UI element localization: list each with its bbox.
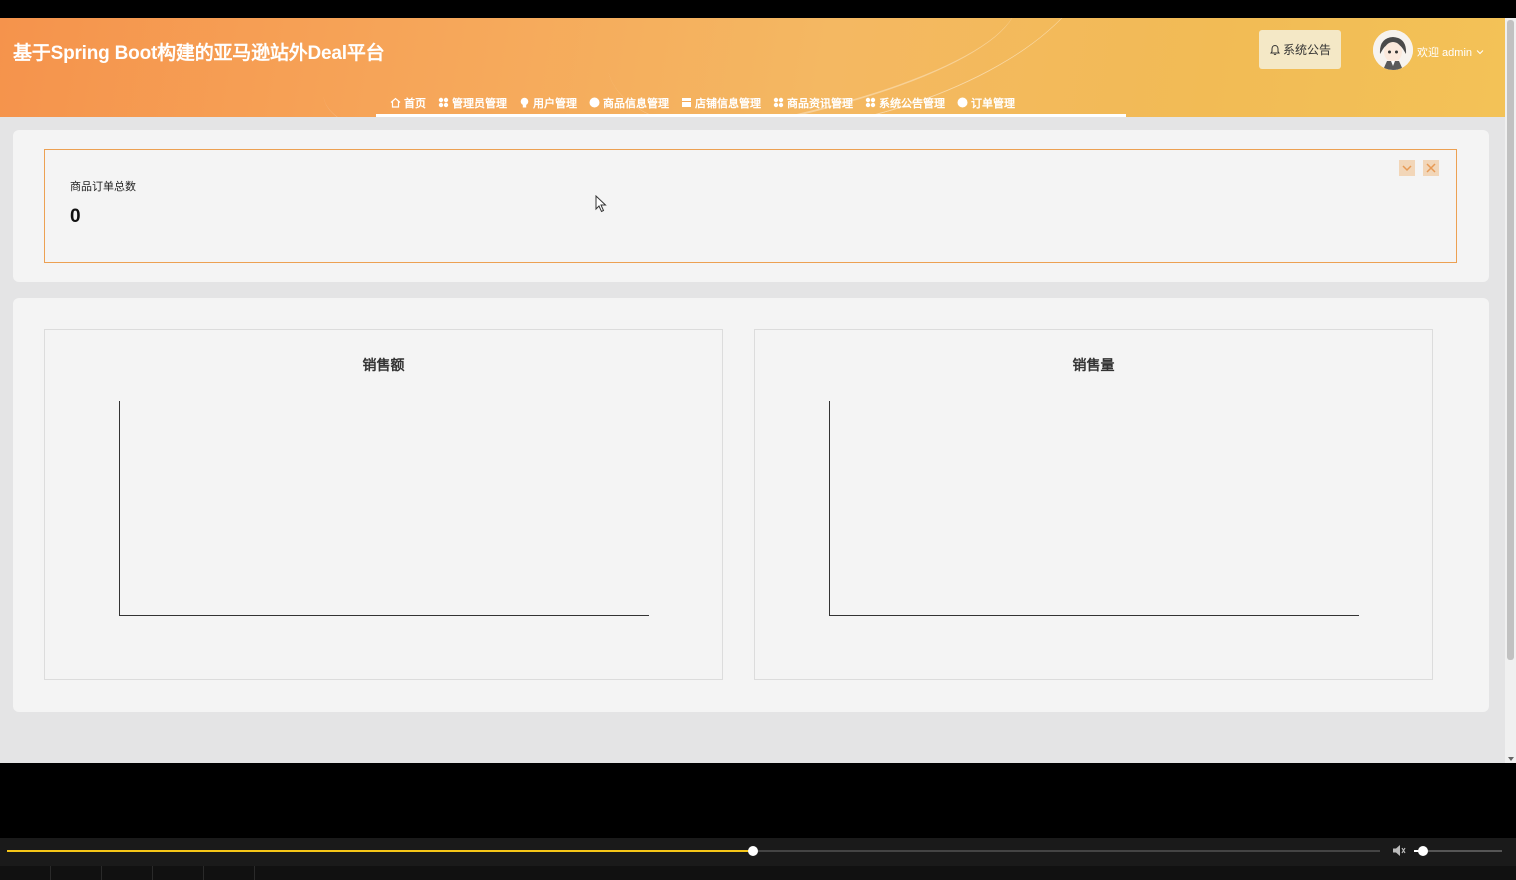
nav-item-label: 用户管理 <box>533 97 577 110</box>
system-notice-label: 系统公告 <box>1282 43 1331 57</box>
avatar[interactable] <box>1373 30 1413 70</box>
nav-item-label: 订单管理 <box>971 97 1015 110</box>
player-toolbar <box>0 866 1516 880</box>
square-icon <box>682 98 691 107</box>
progress-knob[interactable] <box>747 846 758 856</box>
sales-volume-axes <box>829 401 1359 616</box>
video-player-controls <box>0 838 1516 880</box>
close-button[interactable] <box>1423 160 1439 176</box>
order-count-value: 0 <box>70 206 81 227</box>
nav-item-label: 系统公告管理 <box>879 97 945 110</box>
avatar-image <box>1373 30 1413 70</box>
nav-item-label: 商品信息管理 <box>603 97 669 110</box>
browser-viewport: 基于Spring Boot构建的亚马逊站外Deal平台 系统公告 欢迎 admi… <box>0 18 1516 763</box>
nav-item-notice-management[interactable]: 系统公告管理 <box>865 95 945 111</box>
nav-item-admin-management[interactable]: 管理员管理 <box>438 95 507 111</box>
progress-bar[interactable] <box>7 846 1380 856</box>
nav-item-label: 店铺信息管理 <box>695 97 761 110</box>
top-header: 基于Spring Boot构建的亚马逊站外Deal平台 系统公告 欢迎 admi… <box>0 18 1505 117</box>
volume-icon[interactable] <box>1392 844 1407 857</box>
toolbar-segment <box>204 866 255 880</box>
site-title: 基于Spring Boot构建的亚马逊站外Deal平台 <box>13 43 385 64</box>
scroll-down-arrow-icon[interactable] <box>1508 757 1514 761</box>
toolbar-segment <box>51 866 102 880</box>
grid-icon <box>773 97 784 108</box>
toolbar-segment <box>153 866 204 880</box>
nav-active-underline <box>376 114 1126 117</box>
nav-item-label: 首页 <box>404 97 426 110</box>
nav-item-label: 商品资讯管理 <box>787 97 853 110</box>
charts-panel: 销售额 销售量 <box>13 298 1489 712</box>
progress-fill <box>7 850 753 852</box>
volume-knob[interactable] <box>1417 846 1428 856</box>
close-icon <box>1426 163 1436 173</box>
nav-item-shop-info[interactable]: 店铺信息管理 <box>681 95 761 111</box>
bulb-icon <box>520 97 529 108</box>
collapse-button[interactable] <box>1399 160 1415 176</box>
nav-item-order-management[interactable]: 订单管理 <box>957 95 1015 111</box>
user-menu[interactable]: 欢迎 admin <box>1417 44 1484 60</box>
circle-icon <box>957 97 968 108</box>
nav-item-home[interactable]: 首页 <box>390 95 426 111</box>
sales-amount-axes <box>119 401 649 616</box>
welcome-label: 欢迎 admin <box>1417 47 1473 59</box>
mouse-cursor-icon <box>595 195 607 213</box>
stats-panel: 商品订单总数 0 <box>13 130 1489 282</box>
toolbar-segment <box>102 866 153 880</box>
system-notice-button[interactable]: 系统公告 <box>1259 30 1341 69</box>
scrollbar-thumb[interactable] <box>1507 20 1514 660</box>
grid-icon <box>438 97 449 108</box>
nav-item-label: 管理员管理 <box>452 97 507 110</box>
chevron-down-icon <box>1476 50 1484 55</box>
bell-icon <box>1270 44 1280 55</box>
volume-slider[interactable] <box>1414 846 1502 856</box>
video-frame: 基于Spring Boot构建的亚马逊站外Deal平台 系统公告 欢迎 admi… <box>0 0 1516 880</box>
grid-icon <box>865 97 876 108</box>
chevron-down-icon <box>1402 165 1412 172</box>
nav-item-product-news[interactable]: 商品资讯管理 <box>773 95 853 111</box>
sales-amount-chart: 销售额 <box>44 329 723 680</box>
home-icon <box>390 97 401 108</box>
order-count-card: 商品订单总数 0 <box>44 149 1457 263</box>
nav-item-product-info[interactable]: 商品信息管理 <box>589 95 669 111</box>
sales-volume-chart: 销售量 <box>754 329 1433 680</box>
toolbar-segment <box>0 866 51 880</box>
order-count-label: 商品订单总数 <box>70 181 136 193</box>
circle-icon <box>589 97 600 108</box>
main-nav: 首页 管理员管理 用户管理 商品信息管理 店铺信息管理 商品资讯管理 系统公告管… <box>376 88 1029 117</box>
page-scrollbar[interactable] <box>1505 18 1516 763</box>
nav-item-user-management[interactable]: 用户管理 <box>519 95 577 111</box>
